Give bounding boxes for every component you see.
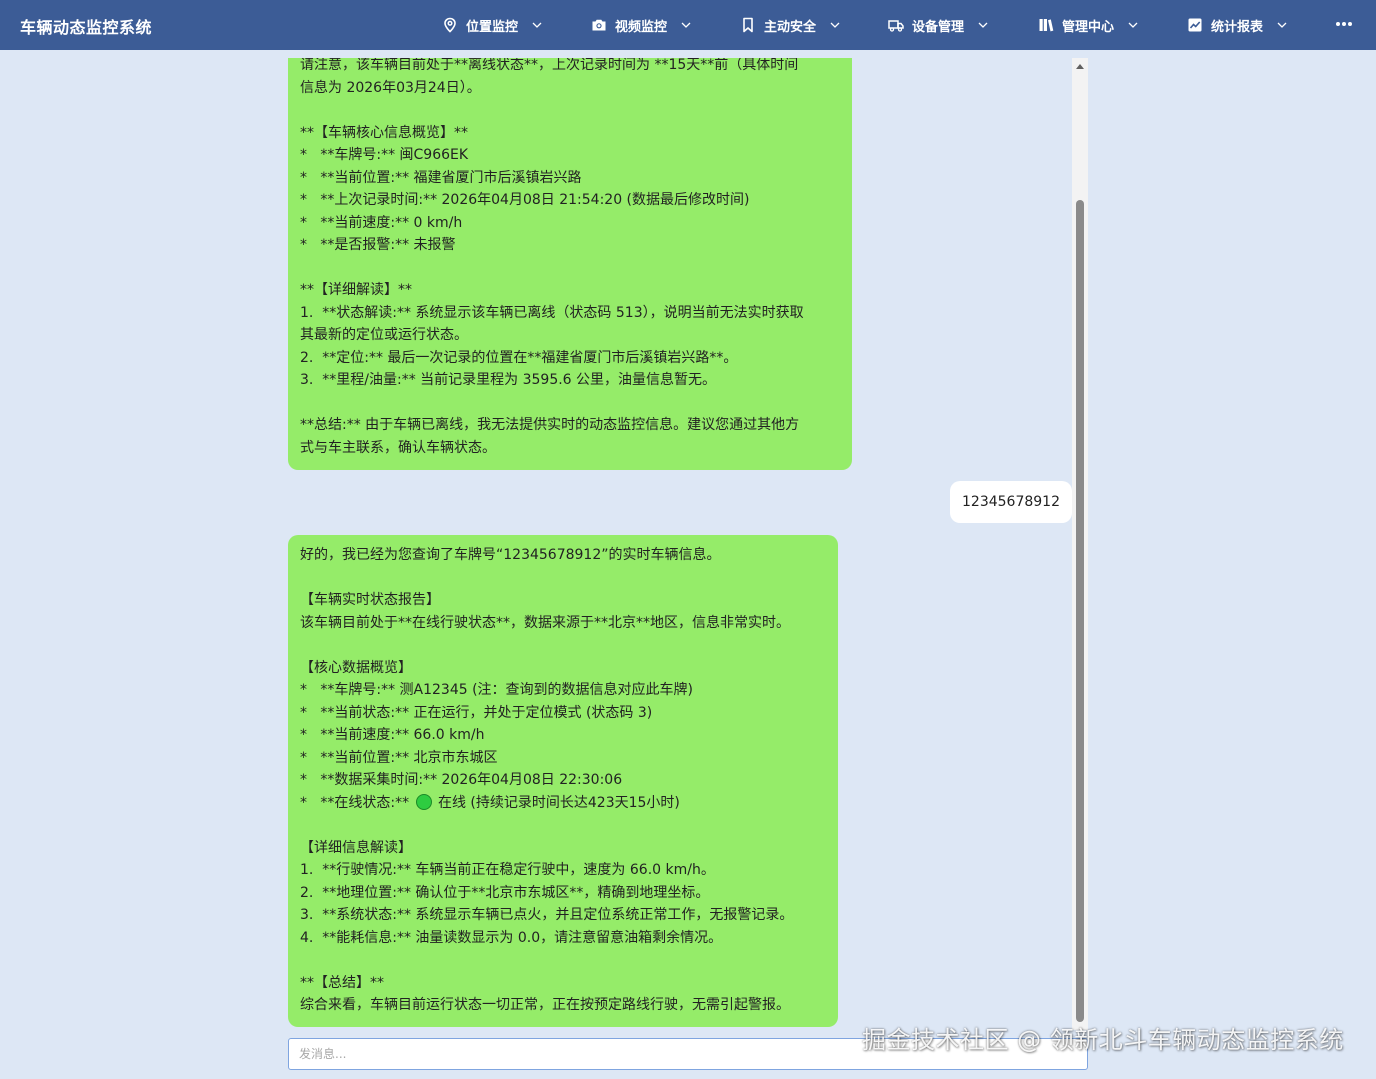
bot-message-bubble: 好的，我已经为您查询了车牌号“12345678912”的实时车辆信息。 【车辆实时… <box>288 535 838 1027</box>
message-line: 【详细信息解读】 <box>300 839 412 856</box>
bot-message-bubble: 请注意，该车辆目前处于**离线状态**，上次记录时间为 **15天**前（具体时… <box>288 58 852 470</box>
message-line: **【车辆核心信息概览】** <box>300 124 468 141</box>
message-line: 【车辆实时状态报告】 <box>300 592 440 608</box>
message-line: 4. **能耗信息:** 油量读数显示为 0.0，请注意留意油箱剩余情况。 <box>300 929 723 946</box>
message-input[interactable] <box>288 1038 1088 1070</box>
message-line: * **数据采集时间:** 2026年04月08日 22:30:06 <box>300 772 623 788</box>
message-line: * **当前速度:** 0 km/h <box>300 214 463 231</box>
nav-statistics-report[interactable]: 统计报表 <box>1187 15 1287 35</box>
nav-label: 主动安全 <box>764 19 817 35</box>
message-line: 1. **状态解读:** 系统显示该车辆已离线（状态码 513），说明当前无法实… <box>300 304 804 321</box>
message-line: 该车辆目前处于**在线行驶状态**，数据来源于**北京**地区，信息非常实时。 <box>300 614 790 631</box>
scrollbar-thumb[interactable] <box>1076 200 1084 1022</box>
chevron-down-icon <box>681 22 691 28</box>
message-line: 3. **系统状态:** 系统显示车辆已点火，并且定位系统正常工作，无报警记录。 <box>300 907 794 923</box>
nav-label: 统计报表 <box>1211 19 1264 35</box>
message-line: **【详细解读】** <box>300 282 412 298</box>
message-line <box>300 634 826 657</box>
message-line: * **车牌号:** 测A12345 (注：查询到的数据信息对应此车牌) <box>300 682 694 698</box>
chat-message-list[interactable]: 请注意，该车辆目前处于**离线状态**，上次记录时间为 **15天**前（具体时… <box>288 58 1088 1030</box>
message-line: 综合来看，车辆目前运行状态一切正常，正在按预定路线行驶，无需引起警报。 <box>300 997 790 1013</box>
chart-icon <box>1188 18 1202 32</box>
message-line <box>300 949 826 972</box>
chat-scrollbar[interactable] <box>1072 58 1088 1030</box>
nav-device-management[interactable]: 设备管理 <box>888 15 988 35</box>
message-line: 3. **里程/油量:** 当前记录里程为 3595.6 公里，油量信息暂无。 <box>300 372 717 388</box>
message-line: **【总结】** <box>300 974 384 991</box>
message-line: **总结:** 由于车辆已离线，我无法提供实时的动态监控信息。建议您通过其他方 <box>300 417 800 433</box>
nav-active-safety[interactable]: 主动安全 <box>740 15 840 35</box>
location-pin-icon <box>444 17 456 33</box>
books-icon <box>1039 19 1054 32</box>
online-status-label: * **在线状态:** <box>300 794 414 811</box>
message-line: * **当前位置:** 北京市东城区 <box>300 749 498 766</box>
bookmark-icon <box>743 17 753 33</box>
chevron-down-icon <box>1277 22 1287 28</box>
chevron-down-icon <box>830 22 840 28</box>
scroll-up-arrow-icon[interactable] <box>1076 64 1084 69</box>
message-line <box>300 257 840 280</box>
nav-label: 设备管理 <box>912 19 965 35</box>
more-button[interactable] <box>1332 14 1356 34</box>
message-line: 【核心数据概览】 <box>300 659 412 676</box>
message-line: * **是否报警:** 未报警 <box>300 237 456 253</box>
message-line: 请注意，该车辆目前处于**离线状态**，上次记录时间为 **15天**前（具体时… <box>300 58 799 73</box>
user-message-bubble: 12345678912 <box>950 481 1072 523</box>
nav-label: 视频监控 <box>615 19 668 35</box>
top-nav-bar: 车辆动态监控系统 位置监控 视频监控 主动安全 设备管理 管理中心 统计报表 <box>0 0 1376 50</box>
nav-management-center[interactable]: 管理中心 <box>1038 15 1138 35</box>
message-line: 式与车主联系，确认车辆状态。 <box>300 439 496 456</box>
online-status-line: * **在线状态:** 在线 (持续记录时间长达423天15小时) <box>300 792 826 815</box>
camera-icon <box>592 19 606 31</box>
message-line <box>300 392 840 415</box>
message-line: 其最新的定位或运行状态。 <box>300 327 468 343</box>
app-title: 车辆动态监控系统 <box>20 18 153 37</box>
nav-label: 管理中心 <box>1062 19 1115 35</box>
message-line <box>300 567 826 590</box>
nav-video-monitor[interactable]: 视频监控 <box>591 15 691 35</box>
message-line: * **当前速度:** 66.0 km/h <box>300 727 485 743</box>
message-line: * **上次记录时间:** 2026年04月08日 21:54:20 (数据最后… <box>300 192 750 208</box>
message-line: 2. **地理位置:** 确认位于**北京市东城区**，精确到地理坐标。 <box>300 884 710 901</box>
nav-location-monitor[interactable]: 位置监控 <box>442 15 542 35</box>
chevron-down-icon <box>978 22 988 28</box>
chevron-down-icon <box>1128 22 1138 28</box>
chevron-down-icon <box>532 22 542 28</box>
message-line: 信息为 2026年03月24日）。 <box>300 79 481 96</box>
message-line <box>300 814 826 837</box>
more-dots-icon <box>1336 22 1352 26</box>
message-line: * **当前位置:** 福建省厦门市后溪镇岩兴路 <box>300 169 582 186</box>
message-line: 好的，我已经为您查询了车牌号“12345678912”的实时车辆信息。 <box>300 547 721 563</box>
online-status-text: 在线 (持续记录时间长达423天15小时) <box>433 794 680 811</box>
message-line: 2. **定位:** 最后一次记录的位置在**福建省厦门市后溪镇岩兴路**。 <box>300 349 738 366</box>
message-line: * **当前状态:** 正在运行，并处于定位模式 (状态码 3) <box>300 704 653 721</box>
online-status-dot-icon <box>415 793 432 810</box>
message-line: 1. **行驶情况:** 车辆当前正在稳定行驶中，速度为 66.0 km/h。 <box>300 862 715 878</box>
truck-icon <box>888 20 904 32</box>
nav-label: 位置监控 <box>466 19 519 35</box>
message-line: * **车牌号:** 闽C966EK <box>300 147 469 163</box>
message-line <box>300 99 840 122</box>
